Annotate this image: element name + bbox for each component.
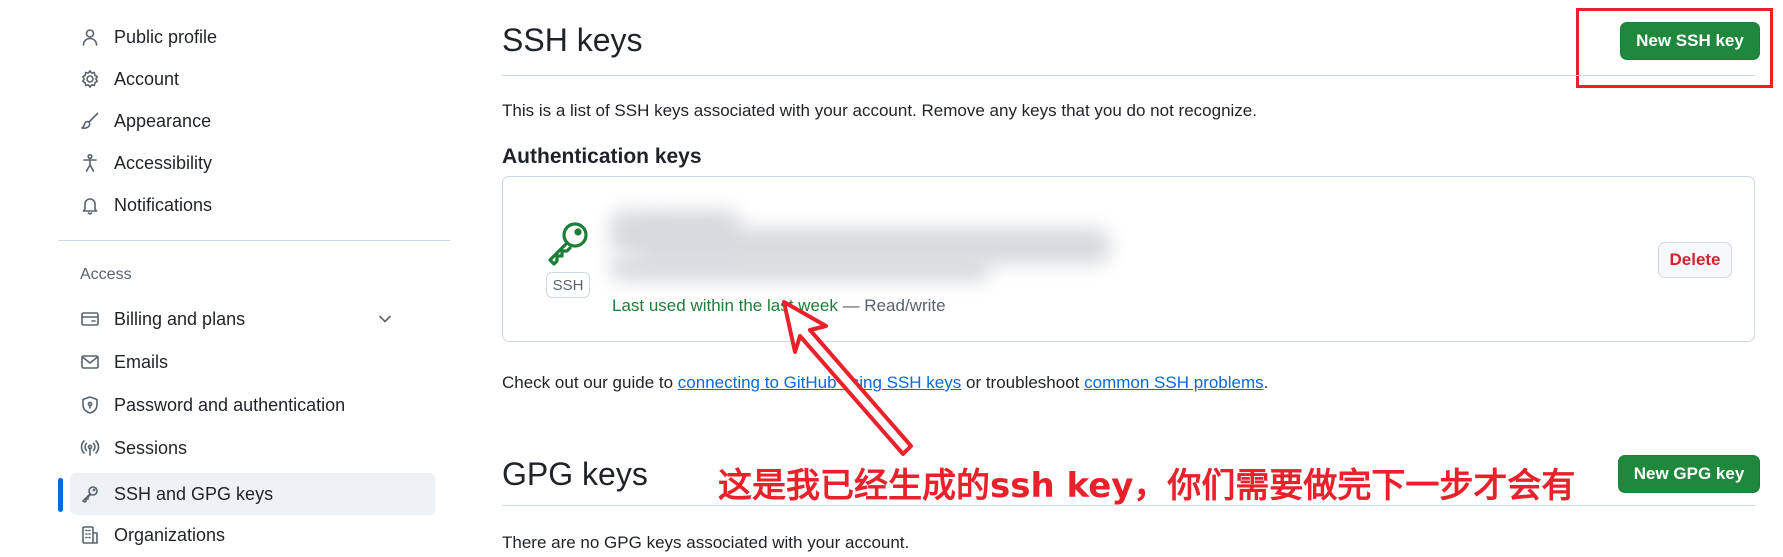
accessibility-icon [78,151,102,175]
broadcast-icon [78,436,102,460]
sidebar-item-label: Billing and plans [114,308,246,329]
chevron-down-icon[interactable] [375,309,395,329]
credit-card-icon [78,307,102,331]
bell-icon [78,193,102,217]
delete-key-button[interactable]: Delete [1658,242,1732,278]
sidebar-section-access: Access [80,266,132,283]
sidebar-item-label: Sessions [114,437,188,458]
active-indicator [58,478,63,512]
paintbrush-icon [78,109,102,133]
sidebar-item-label: SSH and GPG keys [114,483,274,504]
sidebar-item-label: Account [114,68,180,89]
sidebar-item-organizations[interactable]: Organizations [70,516,435,554]
sidebar-item-password[interactable]: Password and authentication [70,386,435,424]
mail-icon [78,350,102,374]
sidebar-item-emails[interactable]: Emails [70,343,435,381]
guide-prefix: Check out our guide to [502,373,678,392]
sidebar-item-accessibility[interactable]: Accessibility [70,144,435,182]
gpg-empty-text: There are no GPG keys associated with yo… [502,533,910,552]
person-icon [78,25,102,49]
authentication-keys-heading: Authentication keys [502,145,702,168]
gpg-keys-title: GPG keys [502,456,648,492]
annotation-arrow [782,300,913,456]
sidebar-item-label: Organizations [114,524,226,545]
organization-icon [78,523,102,547]
sidebar-item-label: Notifications [114,194,213,215]
annotation-highlight-box [1576,8,1773,88]
key-icon [543,218,593,268]
key-icon [78,482,102,506]
ssh-description: This is a list of SSH keys associated wi… [502,101,1257,120]
ssh-keys-title: SSH keys [502,22,643,58]
guide-suffix: . [1263,373,1269,392]
sidebar-item-notifications[interactable]: Notifications [70,186,435,224]
shield-lock-icon [78,393,102,417]
annotation-text: 这是我已经生成的ssh key，你们需要做完下一步才会有 [718,466,1576,506]
gear-icon [78,67,102,91]
redacted-key-meta [610,255,990,281]
sidebar-item-public-profile[interactable]: Public profile [70,18,435,56]
sidebar-item-ssh-gpg-keys[interactable]: SSH and GPG keys [70,473,435,515]
ssh-title-divider [502,75,1755,76]
ssh-badge: SSH [546,272,590,298]
sidebar-item-account[interactable]: Account [70,60,435,98]
sidebar-item-appearance[interactable]: Appearance [70,102,435,140]
guide-middle: or troubleshoot [961,373,1085,392]
sidebar-item-label: Appearance [114,110,212,131]
sidebar-item-label: Public profile [114,26,218,47]
new-gpg-key-button[interactable]: New GPG key [1618,455,1760,493]
sidebar-item-sessions[interactable]: Sessions [70,429,435,467]
sidebar-divider [58,240,450,241]
sidebar-item-billing[interactable]: Billing and plans [70,300,435,338]
sidebar-item-label: Password and authentication [114,394,346,415]
sidebar-item-label: Emails [114,351,169,372]
sidebar-item-label: Accessibility [114,152,213,173]
guide-link-troubleshoot[interactable]: common SSH problems [1084,373,1264,392]
